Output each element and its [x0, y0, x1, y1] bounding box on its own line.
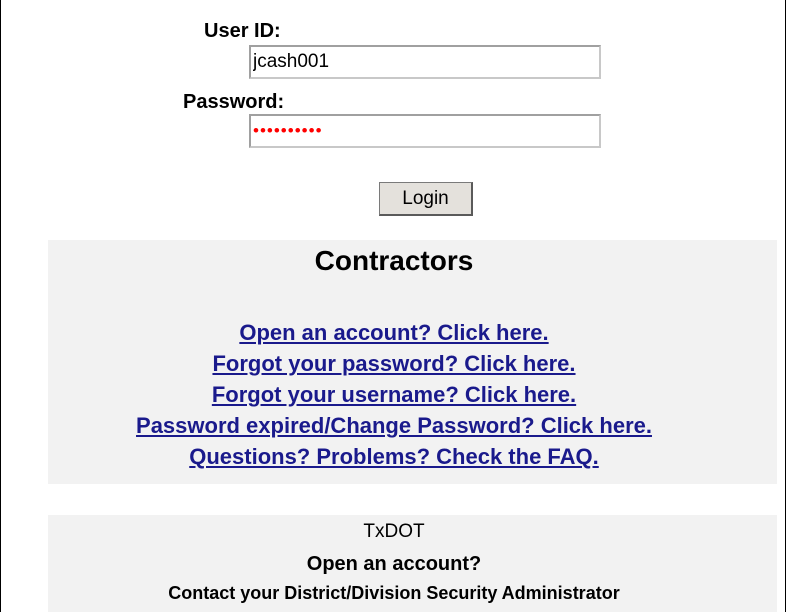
- forgot-password-link[interactable]: Forgot your password? Click here.: [1, 348, 787, 379]
- password-label: Password:: [183, 91, 285, 113]
- txdot-heading: TxDOT: [363, 521, 425, 542]
- faq-link[interactable]: Questions? Problems? Check the FAQ.: [1, 441, 787, 472]
- txdot-open-account-text: Open an account?: [306, 553, 482, 575]
- txdot-contact-text: Contact your District/Division Security …: [168, 583, 620, 603]
- contractors-heading: Contractors: [314, 245, 474, 276]
- login-page: User ID: Password: Login Contractors Ope…: [0, 0, 786, 612]
- userid-label: User ID:: [204, 20, 281, 42]
- password-input[interactable]: [249, 114, 601, 148]
- userid-input[interactable]: [249, 45, 601, 79]
- forgot-username-link[interactable]: Forgot your username? Click here.: [1, 379, 787, 410]
- contractors-links: Open an account? Click here. Forgot your…: [1, 317, 787, 472]
- open-account-link[interactable]: Open an account? Click here.: [1, 317, 787, 348]
- login-button[interactable]: Login: [379, 182, 473, 216]
- change-password-link[interactable]: Password expired/Change Password? Click …: [1, 410, 787, 441]
